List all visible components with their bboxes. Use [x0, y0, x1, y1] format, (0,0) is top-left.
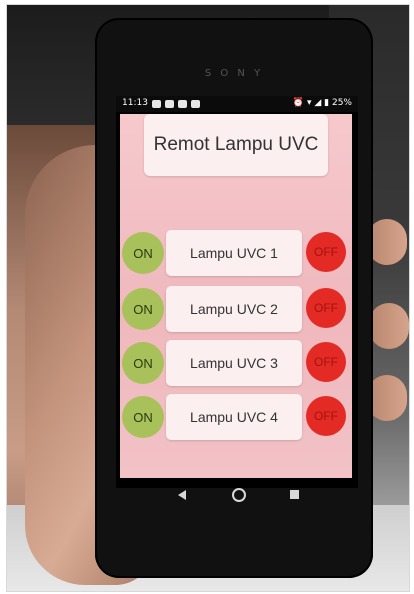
- lamp-card-4[interactable]: Lampu UVC 4: [166, 394, 302, 440]
- notification-icon: [191, 100, 200, 108]
- back-icon[interactable]: [178, 490, 186, 500]
- off-label: OFF: [314, 301, 338, 315]
- system-nav-bar: [116, 486, 358, 506]
- page-title: Remot Lampu UVC: [153, 134, 319, 155]
- lamp-card-1[interactable]: Lampu UVC 1: [166, 230, 302, 276]
- status-right: ⏰ ▾ ◢ ▮ 25%: [293, 98, 352, 108]
- lamp-label: Lampu UVC 4: [190, 409, 278, 425]
- on-label: ON: [133, 301, 153, 317]
- off-button-2[interactable]: OFF: [306, 288, 346, 328]
- notification-icon: [152, 100, 161, 108]
- status-time: 11:13: [122, 98, 148, 108]
- battery-icon: ▮: [324, 98, 330, 108]
- finger: [369, 303, 409, 349]
- lamp-row-3: ON Lampu UVC 3 OFF: [120, 340, 352, 388]
- phone-screen: 11:13 ⏰ ▾ ◢ ▮ 25% Remot Lampu UVC ON Lam…: [116, 96, 358, 488]
- off-label: OFF: [314, 409, 338, 423]
- lamp-label: Lampu UVC 1: [190, 245, 278, 261]
- lamp-card-3[interactable]: Lampu UVC 3: [166, 340, 302, 386]
- title-card: Remot Lampu UVC: [144, 114, 328, 176]
- off-label: OFF: [314, 355, 338, 369]
- wifi-icon: ▾: [306, 98, 312, 108]
- phone-brand-logo: S O N Y: [204, 68, 264, 79]
- lamp-label: Lampu UVC 3: [190, 355, 278, 371]
- app-content: Remot Lampu UVC ON Lampu UVC 1 OFF ON La…: [120, 114, 352, 478]
- on-label: ON: [133, 409, 153, 425]
- on-label: ON: [133, 355, 153, 371]
- recent-apps-icon[interactable]: [290, 490, 299, 499]
- on-button-4[interactable]: ON: [122, 396, 164, 438]
- alarm-icon: ⏰: [292, 98, 305, 108]
- notification-icon: [178, 100, 187, 108]
- lamp-row-1: ON Lampu UVC 1 OFF: [120, 230, 352, 278]
- notification-icon: [165, 100, 174, 108]
- on-button-1[interactable]: ON: [122, 232, 164, 274]
- signal-icon: ◢: [314, 98, 322, 108]
- lamp-row-2: ON Lampu UVC 2 OFF: [120, 286, 352, 334]
- status-bar: 11:13 ⏰ ▾ ◢ ▮ 25%: [116, 96, 358, 112]
- on-button-3[interactable]: ON: [122, 342, 164, 384]
- off-label: OFF: [314, 245, 338, 259]
- lamp-label: Lampu UVC 2: [190, 301, 278, 317]
- off-button-4[interactable]: OFF: [306, 396, 346, 436]
- lamp-card-2[interactable]: Lampu UVC 2: [166, 286, 302, 332]
- off-button-3[interactable]: OFF: [306, 342, 346, 382]
- on-button-2[interactable]: ON: [122, 288, 164, 330]
- finger: [367, 219, 407, 265]
- off-button-1[interactable]: OFF: [306, 232, 346, 272]
- on-label: ON: [133, 245, 153, 261]
- home-icon[interactable]: [232, 488, 246, 502]
- lamp-row-4: ON Lampu UVC 4 OFF: [120, 394, 352, 442]
- finger: [367, 375, 407, 421]
- battery-percent: 25%: [331, 98, 352, 108]
